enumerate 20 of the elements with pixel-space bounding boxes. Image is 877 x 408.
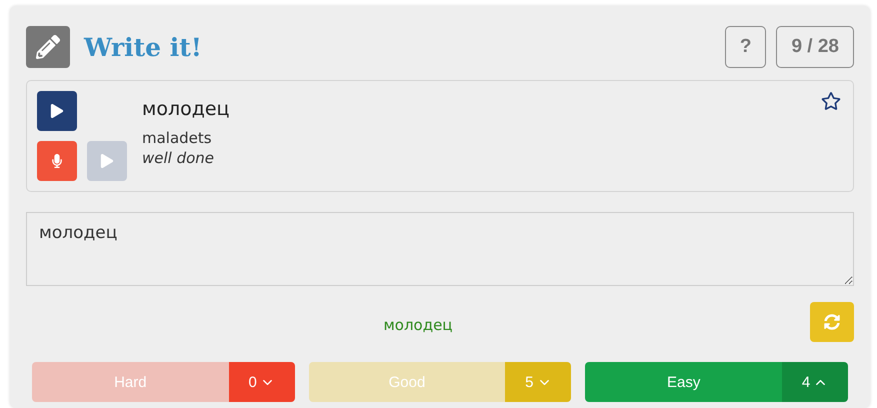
progress-button[interactable]: 9 / 28 (776, 26, 854, 68)
rating-button[interactable]: Easy (585, 362, 782, 402)
count-button[interactable]: 4 (782, 362, 848, 402)
count-button[interactable]: 5 (505, 362, 572, 402)
play-button[interactable] (37, 91, 77, 131)
microphone-icon (50, 154, 64, 168)
play-icon (100, 154, 114, 168)
page-title: Write it! (84, 32, 203, 62)
correct-answer-text: молодец (382, 316, 454, 334)
transliteration-text: maladets (142, 129, 213, 147)
help-button[interactable]: ? (724, 26, 766, 68)
star-icon[interactable] (821, 91, 841, 111)
pencil-icon (26, 26, 70, 68)
count-button[interactable]: 0 (228, 362, 295, 402)
answer-field[interactable]: молодец (26, 212, 854, 286)
play-icon (50, 104, 64, 118)
microphone-button[interactable] (37, 141, 77, 181)
refresh-icon (824, 314, 840, 330)
word-text: молодец (142, 98, 230, 120)
translation-text: well done (142, 149, 216, 167)
